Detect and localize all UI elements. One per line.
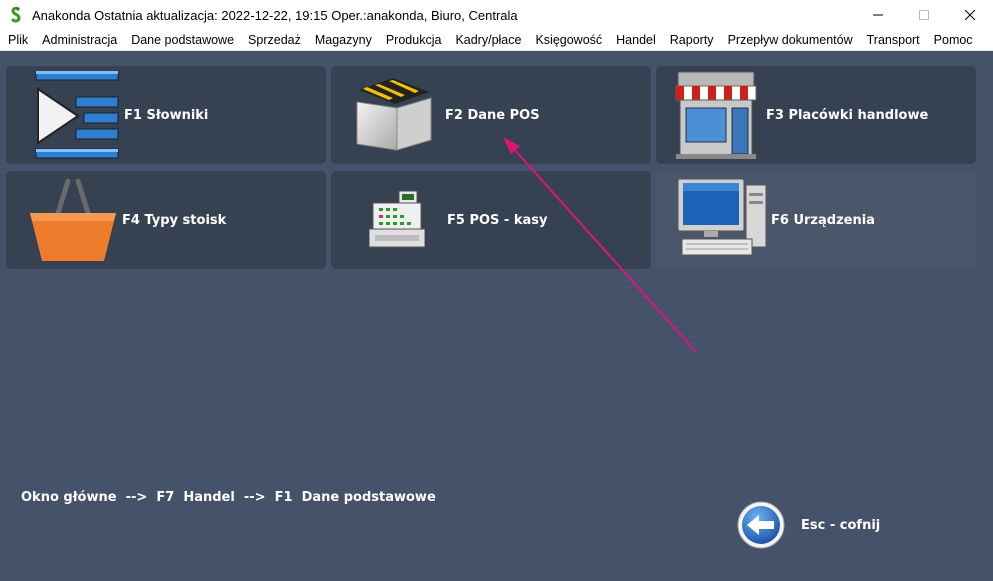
menu-magazyny[interactable]: Magazyny xyxy=(308,33,379,47)
tile-pos-kasy[interactable]: F5 POS - kasy xyxy=(331,171,651,269)
tile-label: F2 Dane POS xyxy=(445,107,540,123)
tile-typy-stoisk[interactable]: F4 Typy stoisk xyxy=(6,171,326,269)
maximize-icon xyxy=(919,10,929,20)
main-content: F1 Słowniki F2 Dane POS F3 Placówki hand… xyxy=(0,51,993,581)
menu-sprzedaz[interactable]: Sprzedaż xyxy=(241,33,308,47)
breadcrumb: Okno główne --> F7 Handel --> F1 Dane po… xyxy=(21,490,436,505)
tile-label: F4 Typy stoisk xyxy=(122,212,227,228)
menu-administracja[interactable]: Administracja xyxy=(35,33,124,47)
close-button[interactable] xyxy=(947,0,993,30)
tile-dane-pos[interactable]: F2 Dane POS xyxy=(331,66,651,164)
tile-label: F3 Placówki handlowe xyxy=(766,107,929,123)
menu-kadry-place[interactable]: Kadry/płace xyxy=(448,33,528,47)
back-arrow-icon xyxy=(737,501,785,549)
store-icon xyxy=(675,71,757,159)
cash-register-icon xyxy=(369,191,425,248)
menu-plik[interactable]: Plik xyxy=(0,33,35,47)
minimize-button[interactable] xyxy=(855,0,901,30)
menu-produkcja[interactable]: Produkcja xyxy=(379,33,449,47)
menu-pomoc[interactable]: Pomoc xyxy=(927,33,980,47)
menu-raporty[interactable]: Raporty xyxy=(663,33,721,47)
tile-slowniki[interactable]: F1 Słowniki xyxy=(6,66,326,164)
back-label: Esc - cofnij xyxy=(801,517,881,533)
back-button[interactable]: Esc - cofnij xyxy=(737,500,937,550)
minimize-icon xyxy=(873,14,883,16)
list-play-icon xyxy=(35,71,119,159)
tile-urzadzenia[interactable]: F6 Urządzenia xyxy=(656,171,976,269)
menu-handel[interactable]: Handel xyxy=(609,33,663,47)
computer-icon xyxy=(678,179,767,256)
basket-icon xyxy=(30,178,116,261)
menu-dane-podstawowe[interactable]: Dane podstawowe xyxy=(124,33,241,47)
window-controls xyxy=(855,0,993,30)
tile-label: F6 Urządzenia xyxy=(771,212,875,228)
menu-bar: Plik Administracja Dane podstawowe Sprze… xyxy=(0,30,993,51)
title-bar: Anakonda Ostatnia aktualizacja: 2022-12-… xyxy=(0,0,993,30)
folder-icon xyxy=(356,78,432,151)
menu-przeplyw-dokumentow[interactable]: Przepływ dokumentów xyxy=(721,33,860,47)
tile-label: F1 Słowniki xyxy=(124,107,209,123)
snake-app-icon xyxy=(11,7,21,23)
menu-ksiegowosc[interactable]: Księgowość xyxy=(528,33,609,47)
maximize-button[interactable] xyxy=(901,0,947,30)
window-title: Anakonda Ostatnia aktualizacja: 2022-12-… xyxy=(32,7,518,23)
menu-transport[interactable]: Transport xyxy=(860,33,927,47)
close-icon xyxy=(965,10,975,20)
tile-placowki-handlowe[interactable]: F3 Placówki handlowe xyxy=(656,66,976,164)
tile-label: F5 POS - kasy xyxy=(447,212,548,228)
